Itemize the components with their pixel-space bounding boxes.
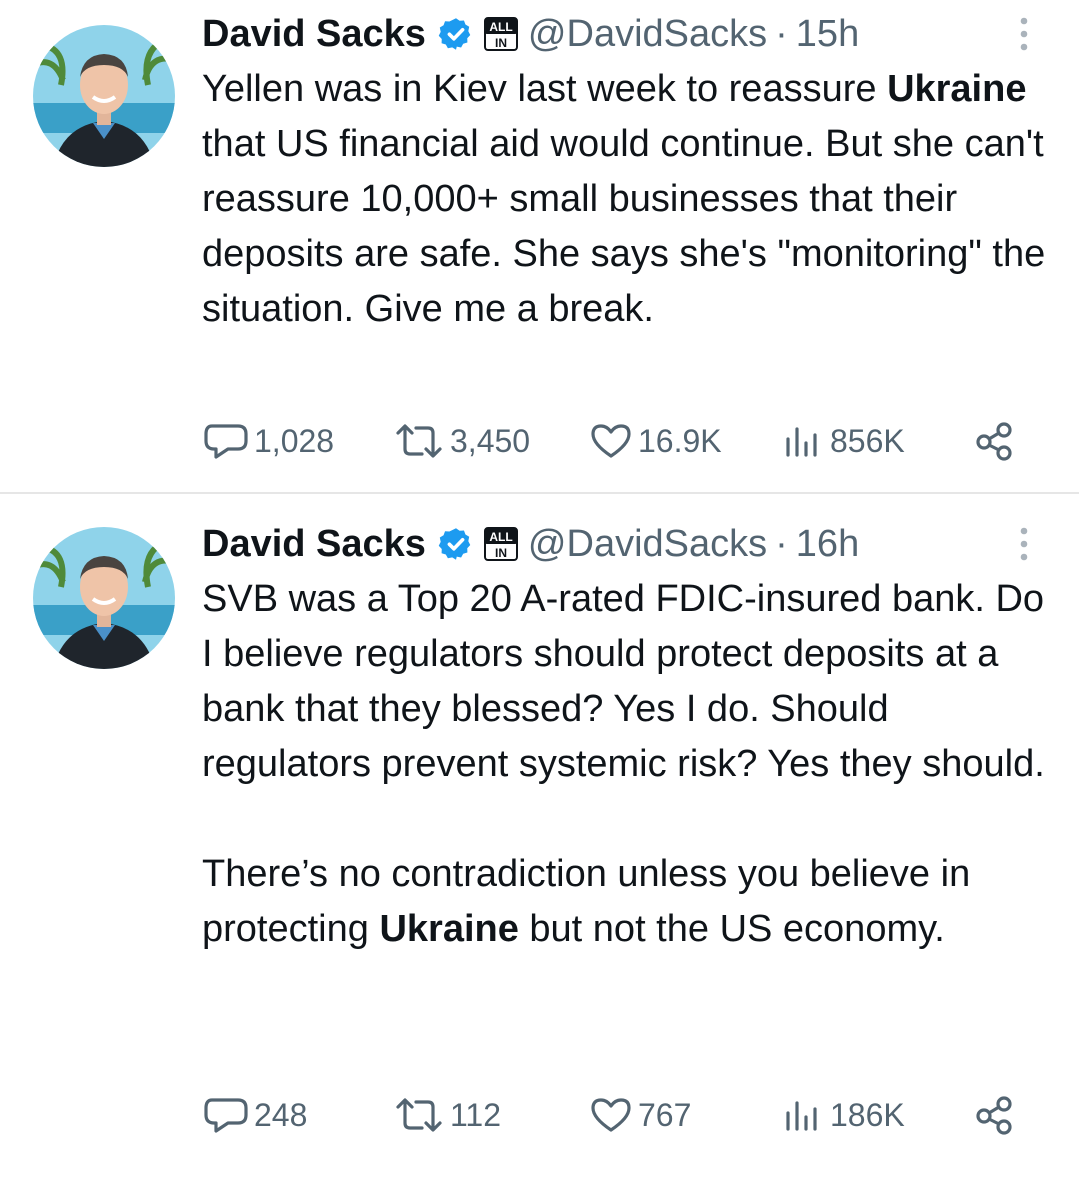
retweet-button[interactable]: 3,450 — [392, 416, 530, 466]
share-icon — [976, 1096, 1012, 1135]
like-button[interactable]: 767 — [588, 1090, 691, 1140]
reply-count: 1,028 — [254, 422, 335, 459]
views-bar-chart-icon — [786, 1101, 817, 1131]
reply-button[interactable]: 248 — [202, 1090, 307, 1140]
author-name[interactable]: David Sacks — [202, 13, 426, 56]
tweet-text: Yellen was in Kiev last week to reassure… — [202, 62, 1062, 337]
retweet-count: 3,450 — [450, 422, 531, 459]
reply-count: 248 — [254, 1096, 308, 1133]
heart-icon — [591, 424, 631, 458]
like-count: 16.9K — [638, 422, 722, 459]
all-in-logo-icon: ALL IN — [483, 17, 518, 51]
svg-text:ALL: ALL — [489, 20, 512, 34]
text-span: but not the US economy. — [518, 908, 945, 950]
tweet-paragraph: SVB was a Top 20 A-rated FDIC-insured ba… — [202, 578, 1045, 785]
avatar[interactable] — [33, 25, 175, 167]
avatar[interactable] — [33, 527, 175, 669]
avatar-image — [33, 527, 175, 669]
views-button[interactable]: 856K — [780, 416, 905, 466]
all-in-logo-icon: ALL IN — [483, 527, 518, 561]
action-bar: 248 112 767 186K — [202, 1090, 1032, 1140]
reply-bubble-icon — [204, 1098, 248, 1133]
author-handle[interactable]: @DavidSacks — [528, 523, 767, 566]
action-bar: 1,028 3,450 16.9K 856K — [202, 416, 1032, 466]
author-handle[interactable]: @DavidSacks — [528, 13, 767, 56]
svg-text:ALL: ALL — [489, 530, 512, 544]
retweet-count: 112 — [450, 1096, 502, 1133]
tweet-header: David Sacks ALL IN @DavidSacks · 15h — [202, 8, 859, 60]
tweet-paragraph: Yellen was in Kiev last week to reassure… — [202, 62, 1062, 337]
text-span: Yellen was in Kiev last week to reassure — [202, 68, 888, 110]
tweet-header: David Sacks ALL IN @DavidSacks · 16h — [202, 518, 859, 570]
retweet-icon — [396, 424, 442, 458]
tweet-paragraph: There’s no contradiction unless you beli… — [202, 847, 1062, 957]
reply-button[interactable]: 1,028 — [202, 416, 334, 466]
like-button[interactable]: 16.9K — [588, 416, 722, 466]
author-name[interactable]: David Sacks — [202, 523, 426, 566]
timestamp[interactable]: 15h — [796, 13, 859, 56]
views-count: 186K — [830, 1096, 905, 1133]
avatar-image — [33, 25, 175, 167]
views-bar-chart-icon — [786, 427, 817, 457]
like-count: 767 — [638, 1096, 692, 1133]
views-button[interactable]: 186K — [780, 1090, 905, 1140]
separator-dot: · — [775, 522, 788, 565]
highlighted-term: Ukraine — [887, 68, 1027, 110]
svg-text:IN: IN — [495, 546, 507, 560]
highlighted-term: Ukraine — [379, 908, 519, 950]
share-icon — [976, 422, 1012, 461]
more-vertical-icon[interactable] — [1017, 16, 1031, 52]
retweet-icon — [396, 1098, 442, 1132]
share-button[interactable] — [972, 416, 1016, 466]
more-vertical-icon[interactable] — [1017, 526, 1031, 562]
heart-icon — [591, 1098, 631, 1132]
reply-bubble-icon — [204, 424, 248, 459]
timestamp[interactable]: 16h — [796, 523, 859, 566]
tweet[interactable]: David Sacks ALL IN @DavidSacks · 15h Yel… — [0, 0, 1079, 492]
retweet-button[interactable]: 112 — [392, 1090, 501, 1140]
verified-badge-icon — [438, 18, 471, 50]
tweet-text: SVB was a Top 20 A-rated FDIC-insured ba… — [202, 572, 1062, 957]
verified-badge-icon — [438, 528, 471, 560]
views-count: 856K — [830, 422, 905, 459]
text-span: that US financial aid would continue. Bu… — [202, 123, 1046, 330]
share-button[interactable] — [972, 1090, 1016, 1140]
separator-dot: · — [775, 12, 788, 55]
tweet[interactable]: David Sacks ALL IN @DavidSacks · 16h SVB… — [0, 494, 1079, 1186]
svg-text:IN: IN — [495, 36, 507, 50]
